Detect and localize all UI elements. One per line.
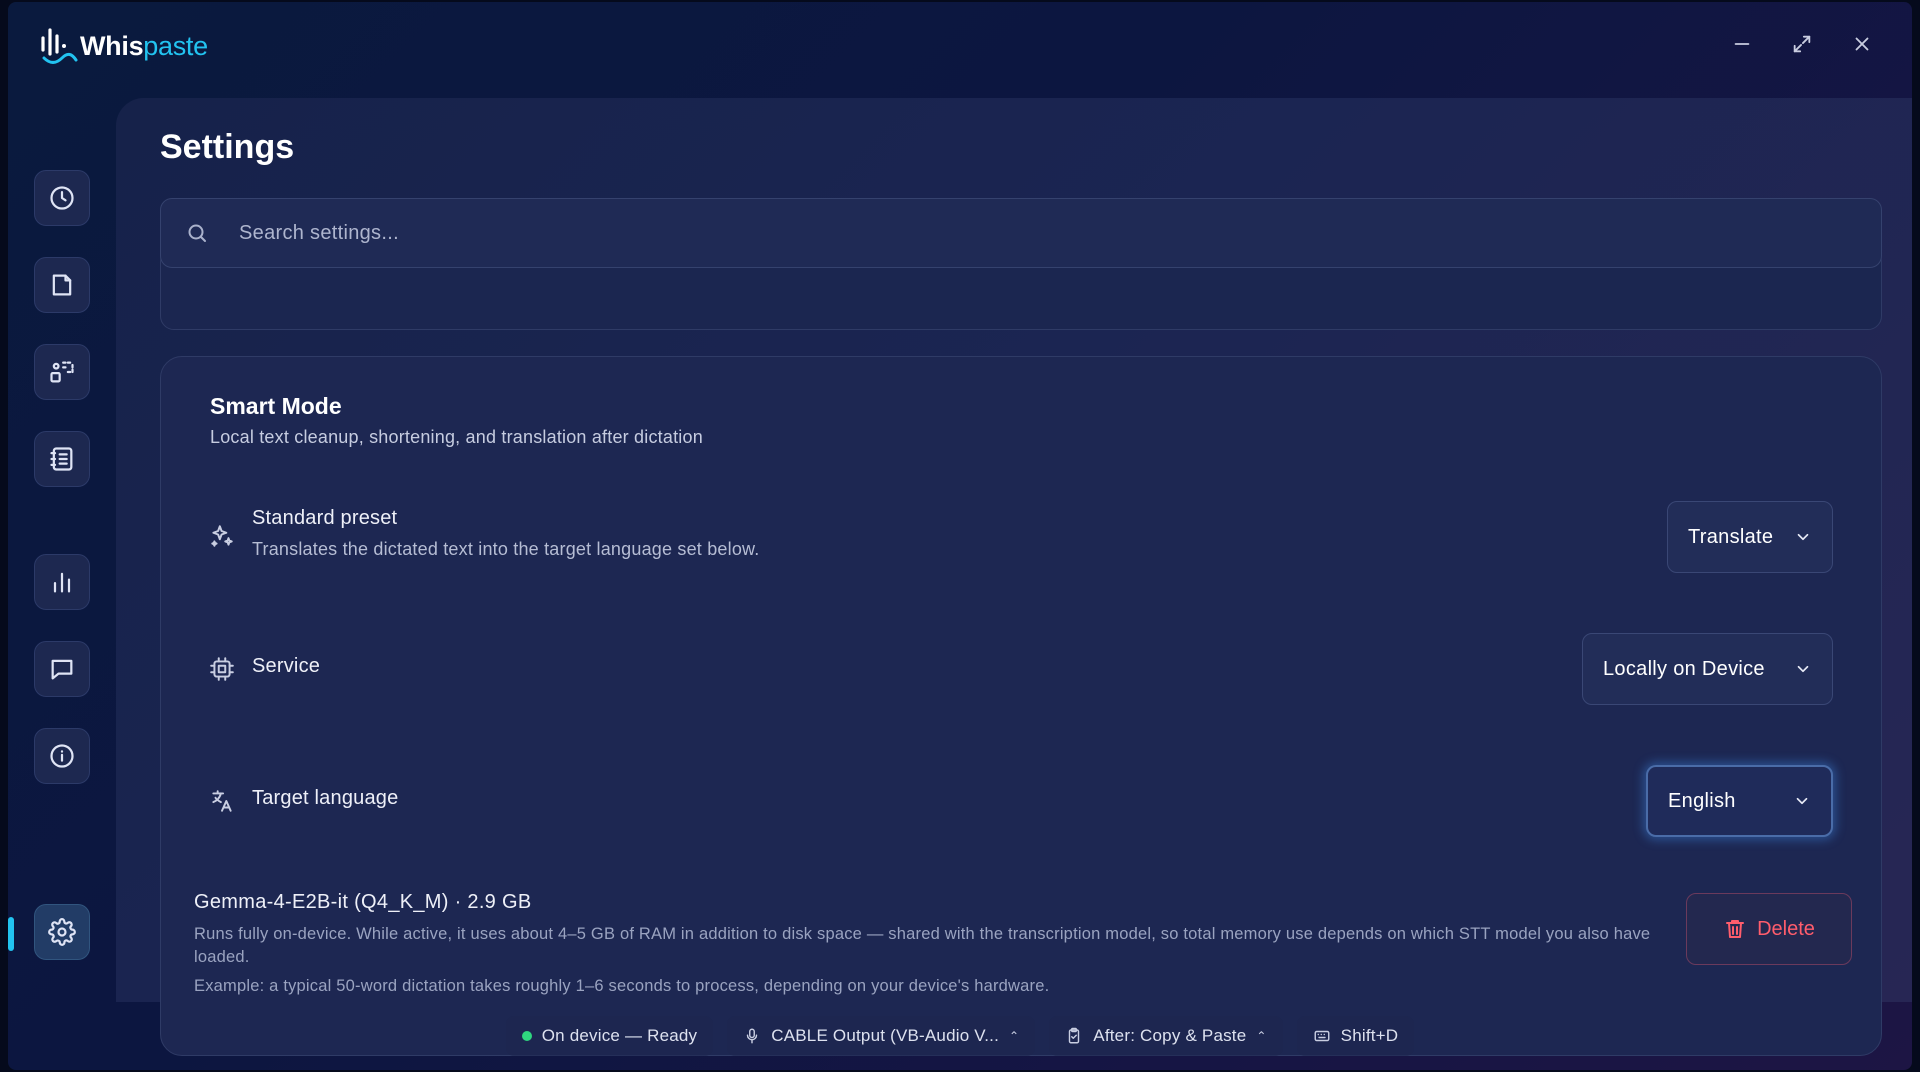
service-label: Service <box>252 655 321 677</box>
message-icon <box>51 659 73 680</box>
microphone-text: CABLE Output (VB-Audio V... <box>771 1026 1000 1045</box>
sidebar-item-feedback[interactable] <box>34 641 90 697</box>
model-example: Example: a typical 50-word dictation tak… <box>194 977 1050 995</box>
preset-select-value: Translate <box>1688 525 1774 548</box>
app-name: Whispaste <box>80 30 208 61</box>
translate-icon <box>209 788 235 814</box>
sidebar-item-history[interactable] <box>34 170 90 226</box>
microphone-icon <box>747 1028 758 1044</box>
section-title: Smart Mode <box>210 393 342 419</box>
app-window: Whispaste Settings Search settings... Sm… <box>8 2 1912 1070</box>
logo-icon <box>41 28 78 64</box>
clock-icon <box>50 186 74 210</box>
status-dot <box>521 1031 532 1041</box>
service-select-value: Locally on Device <box>1603 657 1765 680</box>
sidebar-item-settings[interactable] <box>34 904 90 960</box>
target-language-label: Target language <box>252 787 399 809</box>
shortcut-text: Shift+D <box>1340 1026 1399 1045</box>
target-language-select-value: English <box>1668 789 1736 812</box>
standard-preset-label: Standard preset <box>252 507 398 529</box>
smart-mode-card: Smart Mode Local text cleanup, shortenin… <box>160 356 1882 1056</box>
chevron-up-icon: ⌃ <box>1256 1029 1267 1043</box>
bar-chart-icon <box>53 572 71 593</box>
settings-content: Settings Smart Mode Local text cleanup, … <box>116 98 1912 1056</box>
standard-preset-description: Translates the dictated text into the ta… <box>252 539 760 559</box>
sidebar-item-transform[interactable] <box>34 344 90 400</box>
transform-icon <box>50 361 74 383</box>
window-controls <box>1730 32 1874 56</box>
minimize-icon <box>1734 43 1750 45</box>
close-button[interactable] <box>1850 32 1874 56</box>
page-title: Settings <box>160 128 295 166</box>
sidebar-item-notes[interactable] <box>34 431 90 487</box>
active-nav-indicator <box>8 917 14 951</box>
info-icon <box>50 744 74 768</box>
sidebar-item-about[interactable] <box>34 728 90 784</box>
sidebar-item-statistics[interactable] <box>34 554 90 610</box>
microphone-selector[interactable]: CABLE Output (VB-Audio V... ⌃ <box>727 1016 1036 1056</box>
shortcut-indicator[interactable]: Shift+D <box>1296 1016 1415 1056</box>
section-subtitle: Local text cleanup, shortening, and tran… <box>210 427 703 447</box>
chevron-down-icon <box>1794 528 1812 546</box>
delete-model-button[interactable]: Delete <box>1686 893 1852 965</box>
delete-label: Delete <box>1757 917 1815 940</box>
status-indicator[interactable]: On device — Ready <box>505 1016 714 1056</box>
search-icon <box>188 224 206 242</box>
status-text: On device — Ready <box>541 1026 698 1045</box>
status-bar: On device — Ready CABLE Output (VB-Audio… <box>8 1002 1912 1070</box>
service-select[interactable]: Locally on Device <box>1582 633 1833 705</box>
chevron-down-icon <box>1794 660 1812 678</box>
after-action-text: After: Copy & Paste <box>1093 1026 1247 1045</box>
cpu-icon <box>209 656 235 682</box>
gear-icon <box>48 918 76 946</box>
preset-select[interactable]: Translate <box>1667 501 1833 573</box>
search-input[interactable] <box>239 221 1739 245</box>
target-language-select[interactable]: English <box>1646 765 1833 837</box>
trash-icon <box>1726 920 1745 938</box>
notebook-icon <box>50 447 73 471</box>
after-action-selector[interactable]: After: Copy & Paste ⌃ <box>1049 1016 1283 1056</box>
close-icon <box>1855 37 1869 51</box>
standard-preset-row: Standard preset Translates the dictated … <box>209 501 1833 573</box>
model-title: Gemma-4-E2B-it (Q4_K_M) · 2.9 GB <box>194 891 532 913</box>
app-logo: Whispaste <box>38 24 208 68</box>
sparkles-icon <box>209 523 235 549</box>
minimize-button[interactable] <box>1730 32 1754 56</box>
file-icon <box>52 274 72 296</box>
model-description: Runs fully on-device. While active, it u… <box>194 925 1651 966</box>
chevron-up-icon: ⌃ <box>1009 1029 1020 1043</box>
clipboard-icon <box>1069 1027 1080 1044</box>
chevron-down-icon <box>1793 792 1811 810</box>
service-row: Service Locally on Device <box>209 633 1833 705</box>
maximize-button[interactable] <box>1790 32 1814 56</box>
sidebar-item-files[interactable] <box>34 257 90 313</box>
keyboard-icon <box>1314 1030 1330 1042</box>
search-bar[interactable] <box>160 198 1882 268</box>
target-language-row: Target language English <box>209 765 1833 837</box>
maximize-icon <box>1793 35 1811 53</box>
